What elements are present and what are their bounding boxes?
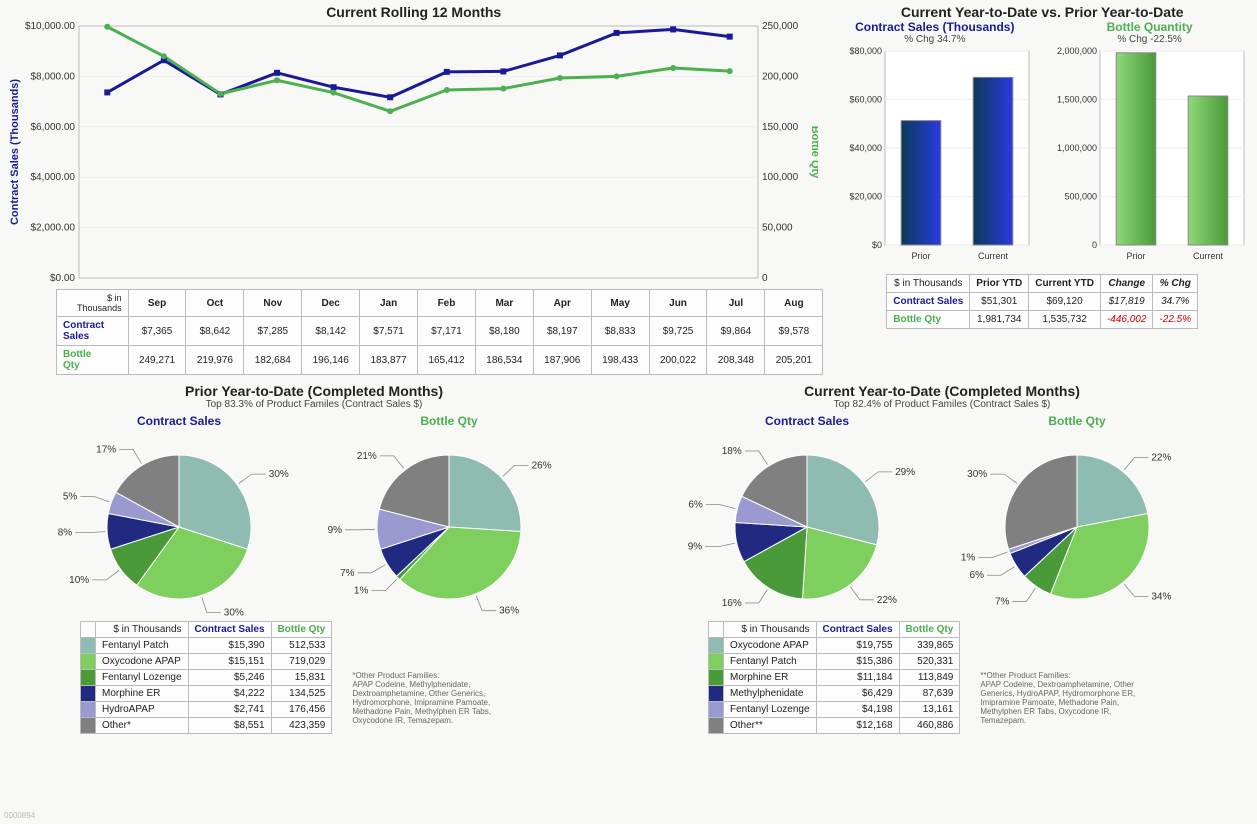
svg-text:34%: 34% xyxy=(1151,591,1171,602)
rolling-12-table: $ inThousandsSepOctNovDecJanFebMarAprMay… xyxy=(56,289,823,375)
svg-text:$10,000.00: $10,000.00 xyxy=(25,21,75,32)
svg-text:200,000: 200,000 xyxy=(762,71,799,82)
ytd-bq-sub: % Chg -22.5% xyxy=(1050,34,1250,45)
current-footnote-label: **Other Product Families: xyxy=(980,671,1150,680)
current-pie-bq: 22% 34% 7% 6% 1% 30% xyxy=(947,428,1207,618)
svg-text:22%: 22% xyxy=(877,595,897,606)
svg-text:$0.00: $0.00 xyxy=(50,273,75,284)
ytd-bq-bar-chart: 0 500,000 1,000,000 1,500,000 2,000,000 Prior… xyxy=(1050,45,1250,265)
svg-text:250,000: 250,000 xyxy=(762,21,799,32)
svg-text:$0: $0 xyxy=(872,240,882,250)
svg-text:1,000,000: 1,000,000 xyxy=(1057,143,1097,153)
svg-text:16%: 16% xyxy=(722,598,742,609)
rolling-12-title: Current Rolling 12 Months xyxy=(4,4,823,20)
svg-text:5%: 5% xyxy=(63,492,78,503)
svg-text:0: 0 xyxy=(1092,240,1097,250)
svg-text:$2,000.00: $2,000.00 xyxy=(31,223,76,234)
svg-text:$20,000: $20,000 xyxy=(849,192,882,202)
svg-text:100,000: 100,000 xyxy=(762,172,799,183)
rolling-12-chart: $0.00 $2,000.00 $4,000.00 $6,000.00 $8,000.0… xyxy=(4,20,818,286)
svg-text:7%: 7% xyxy=(340,568,355,579)
svg-text:8%: 8% xyxy=(58,528,73,539)
svg-text:Prior: Prior xyxy=(911,251,930,261)
svg-text:$6,000.00: $6,000.00 xyxy=(31,122,76,133)
prior-pie-bq: 26% 36% 1% 7% 9% 21% xyxy=(319,428,579,618)
svg-text:29%: 29% xyxy=(895,467,915,478)
prior-pie-cs-title: Contract Sales xyxy=(49,414,309,428)
svg-text:$60,000: $60,000 xyxy=(849,95,882,105)
svg-text:30%: 30% xyxy=(224,608,244,618)
prior-product-table: $ in ThousandsContract SalesBottle QtyFe… xyxy=(80,621,332,734)
ytd-vs-prior-title: Current Year-to-Date vs. Prior Year-to-D… xyxy=(827,4,1257,20)
svg-text:50,000: 50,000 xyxy=(762,223,793,234)
current-pie-cs: 29% 22% 16% 9% 6% 18% xyxy=(677,428,937,618)
svg-text:$80,000: $80,000 xyxy=(849,46,882,56)
svg-text:17%: 17% xyxy=(96,445,116,456)
svg-text:$8,000.00: $8,000.00 xyxy=(31,71,76,82)
svg-text:1,500,000: 1,500,000 xyxy=(1057,95,1097,105)
ytd-summary-table: $ in Thousands Prior YTD Current YTD Cha… xyxy=(886,274,1198,329)
svg-text:6%: 6% xyxy=(970,570,985,581)
current-pie-cs-title: Contract Sales xyxy=(677,414,937,428)
svg-text:10%: 10% xyxy=(69,575,89,586)
ytd-cs-bar-chart: $0 $20,000 $40,000 $60,000 $80,000 Prior Curre… xyxy=(835,45,1035,265)
svg-text:$4,000.00: $4,000.00 xyxy=(31,172,76,183)
svg-text:21%: 21% xyxy=(357,451,377,462)
prior-footnote-text: APAP Codeine, Methylphenidate, Dextroamp… xyxy=(352,680,522,725)
svg-text:36%: 36% xyxy=(499,606,519,617)
svg-text:22%: 22% xyxy=(1151,453,1171,464)
svg-text:30%: 30% xyxy=(269,469,289,480)
svg-text:6%: 6% xyxy=(688,500,703,511)
svg-text:Current: Current xyxy=(1193,251,1224,261)
svg-text:1%: 1% xyxy=(354,586,369,597)
svg-text:7%: 7% xyxy=(995,596,1010,607)
prior-pie-bq-title: Bottle Qty xyxy=(319,414,579,428)
svg-text:150,000: 150,000 xyxy=(762,122,799,133)
prior-ytd-sub: Top 83.3% of Product Familes (Contract S… xyxy=(0,399,628,410)
svg-text:Current: Current xyxy=(978,251,1009,261)
current-ytd-sub: Top 82.4% of Product Familes (Contract S… xyxy=(628,399,1256,410)
svg-text:30%: 30% xyxy=(967,469,987,480)
current-product-table: $ in ThousandsContract SalesBottle QtyOx… xyxy=(708,621,960,734)
svg-text:Contract Sales (Thousands): Contract Sales (Thousands) xyxy=(9,79,21,225)
ytd-bq-title: Bottle Quantity xyxy=(1050,20,1250,34)
svg-text:Bottle Qty: Bottle Qty xyxy=(809,126,818,179)
svg-text:500,000: 500,000 xyxy=(1064,192,1097,202)
svg-text:1%: 1% xyxy=(961,552,976,563)
ytd-cs-sub: % Chg 34.7% xyxy=(835,34,1035,45)
page-footer-id: 0000894 xyxy=(4,811,35,820)
svg-text:2,000,000: 2,000,000 xyxy=(1057,46,1097,56)
svg-text:Prior: Prior xyxy=(1126,251,1145,261)
svg-text:9%: 9% xyxy=(688,542,703,553)
svg-text:18%: 18% xyxy=(722,446,742,457)
prior-ytd-title: Prior Year-to-Date (Completed Months) xyxy=(0,383,628,399)
svg-text:26%: 26% xyxy=(532,460,552,471)
svg-text:0: 0 xyxy=(762,273,768,284)
current-footnote-text: APAP Codeine, Dextroamphetamine, Other G… xyxy=(980,680,1150,725)
prior-footnote-label: *Other Product Families: xyxy=(352,671,522,680)
ytd-cs-title: Contract Sales (Thousands) xyxy=(835,20,1035,34)
svg-text:$40,000: $40,000 xyxy=(849,143,882,153)
current-ytd-title: Current Year-to-Date (Completed Months) xyxy=(628,383,1256,399)
svg-text:9%: 9% xyxy=(328,525,343,536)
current-pie-bq-title: Bottle Qty xyxy=(947,414,1207,428)
prior-pie-cs: 30% 30% 10% 8% 5% 17% xyxy=(49,428,309,618)
